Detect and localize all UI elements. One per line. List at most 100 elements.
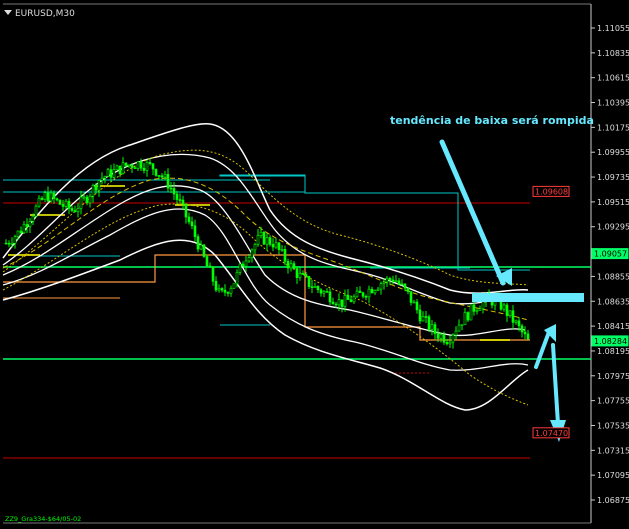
candle-body xyxy=(19,230,23,234)
candle-body xyxy=(430,324,434,330)
candle-body xyxy=(229,287,233,294)
candle-body xyxy=(421,316,425,322)
candle-body xyxy=(25,224,29,227)
candle-body xyxy=(277,242,281,250)
candle-body xyxy=(97,180,101,191)
y-tick-label: 1.09515 xyxy=(597,198,629,207)
candle-body xyxy=(439,334,443,339)
candle-body xyxy=(145,162,149,171)
candle-body xyxy=(364,295,368,298)
candle-body xyxy=(520,325,524,333)
price-chart[interactable]: EURUSD,M30 tendência de baixa será rompi… xyxy=(0,0,629,529)
candle-body xyxy=(505,304,509,316)
candle-body xyxy=(475,310,479,312)
candle-body xyxy=(172,188,176,195)
candle-body xyxy=(244,260,248,267)
candle-body xyxy=(124,162,128,166)
candle-body xyxy=(253,243,257,251)
candle-body xyxy=(301,273,305,275)
candle-body xyxy=(112,169,116,178)
y-tick-label: 1.06875 xyxy=(597,496,629,505)
candle-body xyxy=(238,263,242,273)
candle-body xyxy=(340,299,344,307)
y-tick-label: 1.08195 xyxy=(597,347,629,356)
candle-body xyxy=(82,196,86,199)
candle-body xyxy=(292,263,296,269)
candle-body xyxy=(175,193,179,200)
candle-body xyxy=(208,265,212,268)
candle-body xyxy=(346,295,350,300)
candle-body xyxy=(43,192,47,200)
candle-body xyxy=(193,225,197,237)
candle-body xyxy=(373,290,377,294)
candle-body xyxy=(436,333,440,339)
y-tick-label: 1.08415 xyxy=(597,322,629,331)
chart-background xyxy=(0,0,629,529)
candle-body xyxy=(142,167,146,171)
candle-body xyxy=(109,169,113,178)
y-tick-label: 1.07975 xyxy=(597,372,629,381)
candle-body xyxy=(379,283,383,290)
candle-body xyxy=(10,242,14,245)
candle-body xyxy=(154,168,158,176)
candle-body xyxy=(52,192,56,199)
y-tick-label: 1.09955 xyxy=(597,148,629,157)
candle-body xyxy=(472,304,476,312)
y-tick-label: 1.10395 xyxy=(597,99,629,108)
candle-body xyxy=(199,244,203,250)
candle-body xyxy=(271,244,275,248)
candle-body xyxy=(118,165,122,174)
y-tick-label: 1.07315 xyxy=(597,446,629,455)
candle-body xyxy=(268,237,272,245)
candle-body xyxy=(289,263,293,269)
candle-body xyxy=(310,286,314,288)
candle-body xyxy=(187,216,191,223)
candle-body xyxy=(40,197,44,200)
candle-body xyxy=(523,331,527,335)
candle-body xyxy=(166,174,170,189)
candle-body xyxy=(259,231,263,236)
candle-body xyxy=(4,242,8,245)
price-label-text: 1.09057 xyxy=(594,250,627,259)
candle-body xyxy=(460,324,464,326)
candle-body xyxy=(424,316,428,318)
candle-body xyxy=(295,268,299,278)
candle-body xyxy=(457,324,461,332)
indicator-footer-label: ZZ9_Gra334-$64/05-02 xyxy=(5,515,81,523)
candle-body xyxy=(307,276,311,287)
candle-body xyxy=(34,205,38,217)
annotation-text: tendência de baixa será rompida xyxy=(390,114,594,127)
y-tick-label: 1.10175 xyxy=(597,123,629,132)
candle-body xyxy=(511,310,515,323)
candle-body xyxy=(283,248,287,262)
candle-body xyxy=(322,291,326,294)
candle-body xyxy=(151,163,155,170)
candle-body xyxy=(85,196,89,204)
candle-body xyxy=(331,301,335,305)
candle-body xyxy=(262,231,266,245)
candle-body xyxy=(463,312,467,325)
price-label-text: 1.09608 xyxy=(535,187,568,196)
candle-body xyxy=(247,257,251,262)
candle-body xyxy=(385,278,389,283)
candle-body xyxy=(388,278,392,281)
candle-body xyxy=(211,267,215,282)
candle-body xyxy=(328,291,332,303)
candle-body xyxy=(451,334,455,343)
y-tick-label: 1.07755 xyxy=(597,397,629,406)
candle-body xyxy=(502,304,506,310)
candle-body xyxy=(58,199,62,205)
candle-body xyxy=(517,320,521,327)
price-label-text: 1.07470 xyxy=(535,429,568,438)
candle-body xyxy=(103,176,107,179)
y-tick-label: 1.11055 xyxy=(597,24,629,33)
candle-body xyxy=(13,236,17,244)
y-tick-label: 1.10835 xyxy=(597,49,629,58)
candle-body xyxy=(64,200,68,207)
candle-body xyxy=(61,204,65,207)
candle-body xyxy=(397,280,401,285)
y-tick-label: 1.08855 xyxy=(597,272,629,281)
candle-body xyxy=(454,330,458,336)
candle-body xyxy=(469,304,473,321)
candle-body xyxy=(49,192,53,202)
